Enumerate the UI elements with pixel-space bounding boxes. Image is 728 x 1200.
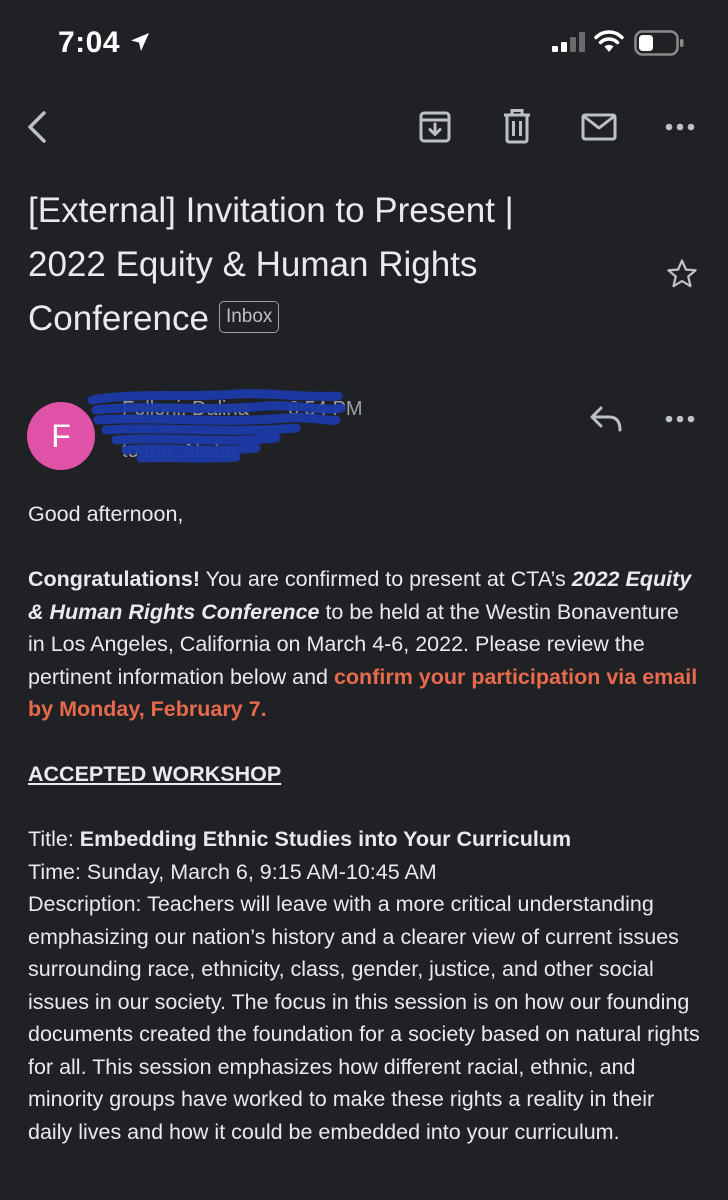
subject-line-2: 2022 Equity & Human Rights [28,245,478,284]
sender-avatar[interactable]: F [27,402,95,470]
archive-icon [419,111,451,143]
section-heading: ACCEPTED WORKSHOP [28,758,700,791]
redaction-scribble [87,389,346,463]
wifi-icon [594,30,624,52]
more-horizontal-icon [665,123,695,131]
workshop-title-line: Title: Embedding Ethnic Studies into You… [28,823,700,856]
reply-icon [590,406,622,432]
workshop-time: Time: Sunday, March 6, 9:15 AM-10:45 AM [28,859,437,884]
location-arrow-icon [131,33,149,51]
message-more-button[interactable] [658,397,702,441]
congrats-lead: Congratulations! [28,567,200,591]
battery-icon [634,30,684,56]
status-time: 7:04 [58,26,121,59]
congrats-paragraph: Congratulations! You are confirmed to pr… [28,563,700,726]
email-subject: [External] Invitation to Present | 2022 … [28,184,588,346]
workshop-title: Embedding Ethnic Studies into Your Curri… [79,827,572,851]
subject-line-3: Conference Inbox [28,292,588,346]
title-label: Title: [28,827,80,851]
mail-icon [581,113,617,141]
signal-icon [552,32,585,52]
more-horizontal-icon [665,415,695,423]
inbox-label-chip[interactable]: Inbox [218,300,280,333]
email-body: Good afternoon, Congratulations! You are… [28,498,700,1148]
back-button[interactable] [16,105,60,149]
workshop-description: Description: Teachers will leave with a … [28,892,700,1144]
delete-button[interactable] [495,105,539,149]
star-icon [667,259,697,288]
trash-icon [504,109,530,144]
greeting: Good afternoon, [28,502,184,526]
chevron-left-icon [28,111,46,143]
subject-line-1: [External] Invitation to Present | [28,191,514,230]
subject-line-3-text: Conference [28,299,209,338]
accepted-workshop-heading: ACCEPTED WORKSHOP [28,762,282,786]
archive-button[interactable] [413,105,457,149]
mark-unread-button[interactable] [577,105,621,149]
more-options-button[interactable] [658,105,702,149]
paragraph-text-a: You are confirmed to present at CTA’s [200,567,572,591]
reply-button[interactable] [584,397,628,441]
star-button[interactable] [662,254,702,294]
